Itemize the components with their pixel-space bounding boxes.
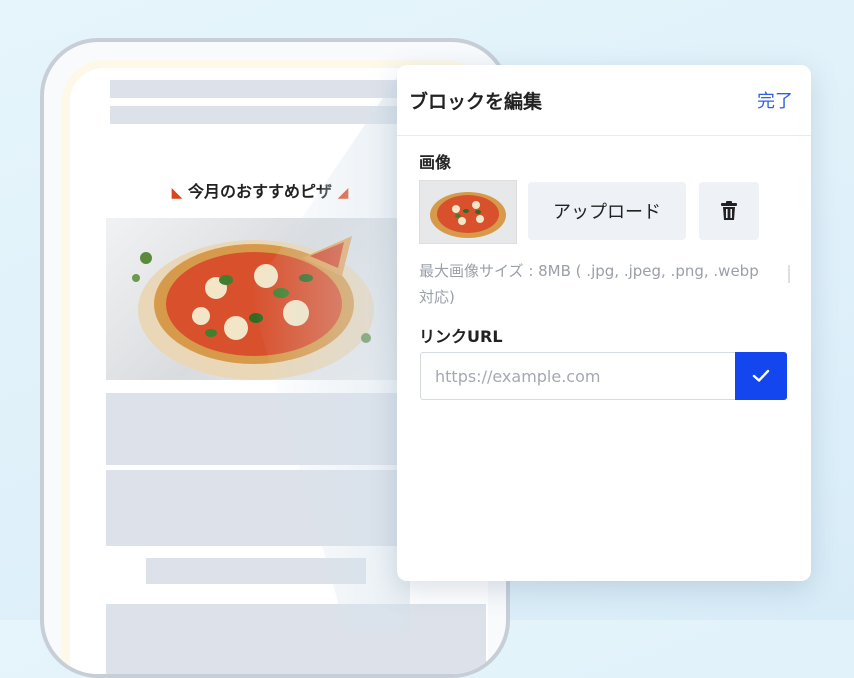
confirm-url-button[interactable] <box>735 352 787 400</box>
placeholder-block <box>110 80 410 98</box>
pizza-slice-icon: ◣ <box>171 185 183 201</box>
upload-button[interactable]: アップロード <box>528 182 686 240</box>
scrollbar[interactable] <box>788 265 790 283</box>
pizza-thumbnail-illustration <box>420 181 516 243</box>
panel-title: ブロックを編集 <box>409 91 543 113</box>
link-url-input[interactable] <box>420 352 735 400</box>
check-icon <box>752 369 770 382</box>
delete-image-button[interactable] <box>699 182 759 240</box>
placeholder-block <box>110 106 410 124</box>
done-button[interactable]: 完了 <box>757 87 793 113</box>
image-section-label: 画像 <box>419 153 452 172</box>
link-url-label: リンクURL <box>419 327 503 346</box>
image-thumbnail <box>419 180 517 244</box>
edit-block-panel: ブロックを編集 完了 画像 アップロード 最大画像サイズ : 8MB ( .jp… <box>397 65 811 581</box>
image-size-hint: 最大画像サイズ : 8MB ( .jpg, .jpeg, .png, .webp… <box>419 262 759 306</box>
promo-title-text: 今月のおすすめピザ <box>187 182 332 201</box>
trash-icon <box>721 201 737 220</box>
panel-header: ブロックを編集 完了 <box>397 65 811 136</box>
placeholder-block <box>106 604 486 674</box>
